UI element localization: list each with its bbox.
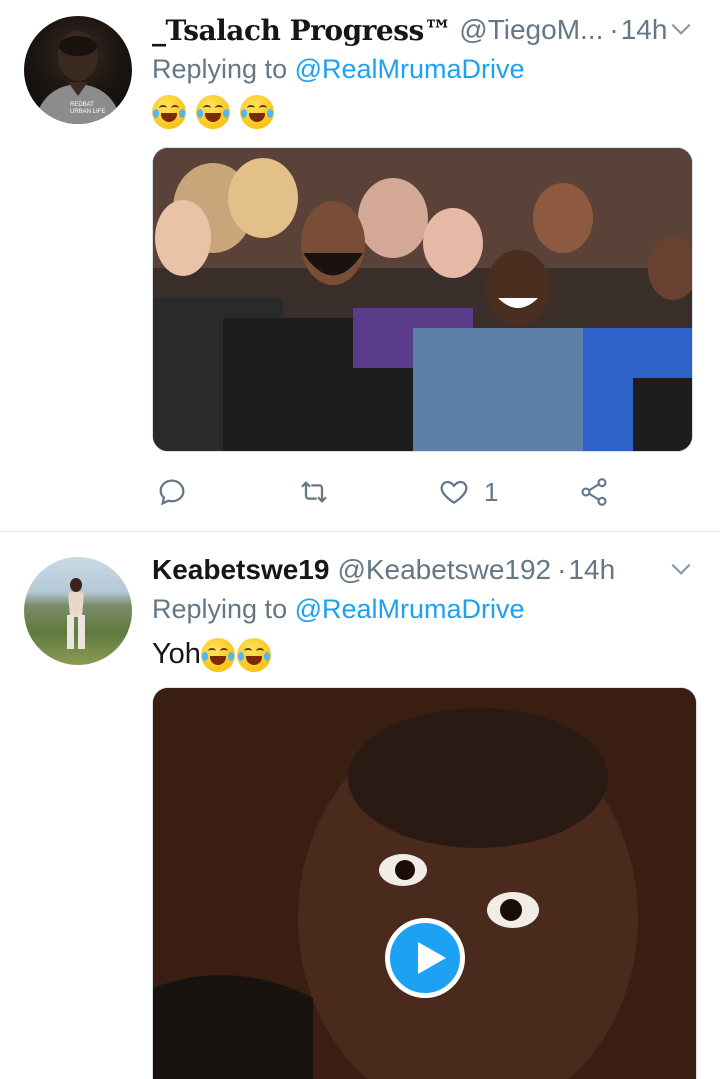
tweet-header: Keabetswe19 @Keabetswe192 · 14h bbox=[152, 552, 700, 588]
tweet-photo[interactable] bbox=[152, 147, 693, 452]
tweet-text: Yoh bbox=[152, 638, 273, 673]
face-with-tears-of-joy-emoji bbox=[200, 638, 235, 673]
replying-prefix: Replying to bbox=[152, 54, 288, 84]
separator-dot: · bbox=[557, 554, 567, 585]
tweet-text-content: Yoh bbox=[152, 638, 201, 670]
replying-prefix: Replying to bbox=[152, 594, 288, 624]
tweet-header: _Tsalach Progress™ @TiegoM... · 14h bbox=[152, 12, 700, 48]
replying-to: Replying to @RealMrumaDrive bbox=[152, 54, 525, 85]
tweet-video[interactable] bbox=[152, 687, 697, 1079]
retweet-button[interactable] bbox=[298, 474, 330, 510]
reply-button[interactable] bbox=[156, 474, 188, 510]
tweet-2[interactable]: Keabetswe19 @Keabetswe192 · 14h Replying… bbox=[0, 532, 720, 1079]
avatar-text: REDBAT URBAN LIFE bbox=[70, 102, 106, 115]
mention-link[interactable]: @RealMrumaDrive bbox=[295, 594, 525, 624]
rolling-on-floor-laughing-emoji bbox=[196, 95, 231, 130]
heart-icon bbox=[440, 480, 468, 504]
replying-to: Replying to @RealMrumaDrive bbox=[152, 594, 525, 625]
chevron-down-icon[interactable] bbox=[668, 16, 694, 42]
tweet-text bbox=[152, 95, 276, 130]
display-name[interactable]: _Tsalach Progress™ bbox=[152, 14, 452, 47]
retweet-icon bbox=[301, 481, 327, 503]
share-icon bbox=[581, 478, 607, 506]
play-video-button[interactable] bbox=[385, 918, 465, 998]
avatar[interactable] bbox=[24, 557, 132, 665]
rolling-on-floor-laughing-emoji bbox=[152, 95, 186, 130]
like-button[interactable]: 1 bbox=[438, 474, 498, 510]
face-with-tears-of-joy-emoji bbox=[236, 638, 271, 673]
like-count: 1 bbox=[484, 476, 499, 507]
mention-link[interactable]: @RealMrumaDrive bbox=[295, 54, 525, 84]
timestamp[interactable]: 14h bbox=[568, 554, 615, 586]
user-handle[interactable]: @TiegoM... bbox=[459, 14, 603, 46]
tweet-actions: 1 bbox=[152, 474, 622, 510]
timestamp[interactable]: 14h bbox=[621, 14, 668, 46]
comment-icon bbox=[159, 479, 185, 506]
share-button[interactable] bbox=[578, 474, 610, 510]
avatar[interactable]: REDBAT URBAN LIFE bbox=[24, 16, 132, 124]
tweet-1[interactable]: REDBAT URBAN LIFE _Tsalach Progress™ @Ti… bbox=[0, 0, 720, 532]
rolling-on-floor-laughing-emoji bbox=[240, 95, 275, 130]
separator-dot: · bbox=[609, 14, 619, 45]
user-handle[interactable]: @Keabetswe192 bbox=[337, 554, 551, 586]
display-name[interactable]: Keabetswe19 bbox=[152, 554, 329, 586]
chevron-down-icon[interactable] bbox=[668, 556, 694, 582]
